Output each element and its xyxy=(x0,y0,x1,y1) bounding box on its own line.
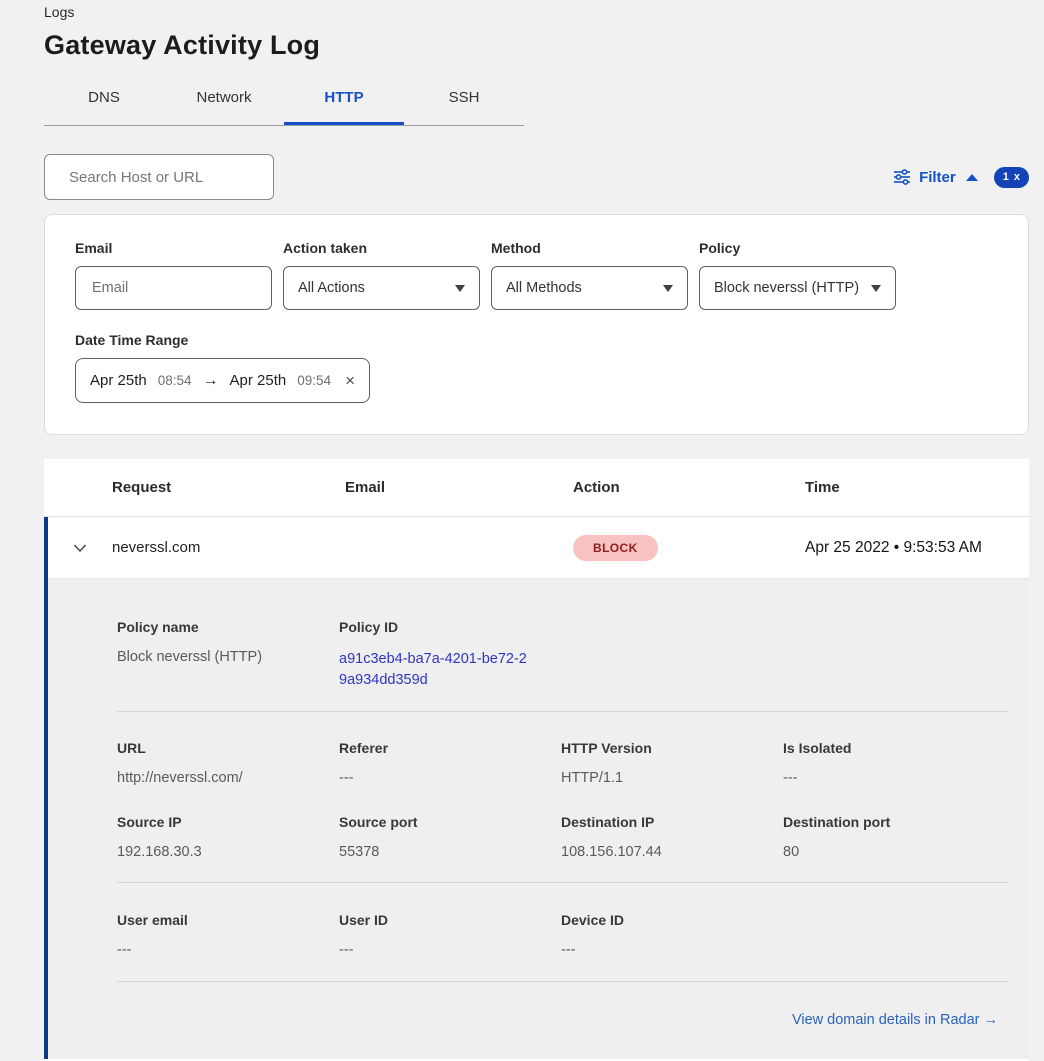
log-type-tabs: DNS Network HTTP SSH xyxy=(44,79,524,126)
policy-name-value: Block neverssl (HTTP) xyxy=(117,649,339,665)
policy-section: Policy name Block neverssl (HTTP) Policy… xyxy=(117,619,1008,691)
device-id-label: Device ID xyxy=(561,912,783,928)
method-select[interactable]: All Methods xyxy=(491,266,688,310)
start-date[interactable]: Apr 25th xyxy=(90,372,147,389)
policy-value: Block neverssl (HTTP) xyxy=(714,280,859,296)
policy-id-label: Policy ID xyxy=(339,619,561,635)
date-range-picker[interactable]: Apr 25th 08:54 → Apr 25th 09:54 × xyxy=(75,358,370,403)
filter-count: 1 xyxy=(1003,171,1009,183)
url-label: URL xyxy=(117,740,339,756)
email-label: Email xyxy=(75,240,272,256)
range-arrow-icon: → xyxy=(203,372,219,390)
block-status-badge: BLOCK xyxy=(573,535,658,561)
user-id-value: --- xyxy=(339,942,561,958)
chevron-down-icon xyxy=(455,285,465,292)
network-section: Source IP 192.168.30.3 Source port 55378… xyxy=(117,814,1008,860)
table-row[interactable]: neverssl.com BLOCK Apr 25 2022 • 9:53:53… xyxy=(48,517,1029,579)
destination-ip-value: 108.156.107.44 xyxy=(561,844,783,860)
policy-id-link[interactable]: a91c3eb4-ba7a-4201-be72-29a934dd359d xyxy=(339,649,534,691)
policy-select[interactable]: Block neverssl (HTTP) xyxy=(699,266,896,310)
gateway-activity-page: Logs Gateway Activity Log DNS Network HT… xyxy=(0,0,1044,1061)
column-header-email: Email xyxy=(345,479,573,496)
filter-field-method: Method All Methods xyxy=(491,240,688,310)
tab-http[interactable]: HTTP xyxy=(284,79,404,125)
user-id-label: User ID xyxy=(339,912,561,928)
column-header-request: Request xyxy=(112,479,345,496)
action-taken-select[interactable]: All Actions xyxy=(283,266,480,310)
start-time[interactable]: 08:54 xyxy=(158,373,192,388)
referer-value: --- xyxy=(339,770,561,786)
source-port-label: Source port xyxy=(339,814,561,830)
device-id-value: --- xyxy=(561,942,783,958)
destination-ip-label: Destination IP xyxy=(561,814,783,830)
filter-field-policy: Policy Block neverssl (HTTP) xyxy=(699,240,896,310)
request-cell: neverssl.com xyxy=(112,539,345,556)
user-section: User email --- User ID --- Device ID --- xyxy=(117,912,1008,958)
tab-dns[interactable]: DNS xyxy=(44,79,164,125)
http-version-label: HTTP Version xyxy=(561,740,783,756)
end-time[interactable]: 09:54 xyxy=(297,373,331,388)
expanded-row-container: neverssl.com BLOCK Apr 25 2022 • 9:53:53… xyxy=(44,517,1029,1059)
time-cell: Apr 25 2022 • 9:53:53 AM xyxy=(805,539,1029,557)
email-input[interactable] xyxy=(90,279,257,297)
policy-label: Policy xyxy=(699,240,896,256)
filter-clear-x-icon[interactable]: x xyxy=(1014,171,1020,183)
section-divider xyxy=(117,882,1008,883)
radar-arrow-icon: → xyxy=(984,1012,999,1028)
search-input[interactable] xyxy=(67,168,270,187)
tab-network[interactable]: Network xyxy=(164,79,284,125)
row-chevron-down-icon[interactable] xyxy=(73,542,87,554)
filter-field-action-taken: Action taken All Actions xyxy=(283,240,480,310)
is-isolated-value: --- xyxy=(783,770,1008,786)
row-detail-panel: Policy name Block neverssl (HTTP) Policy… xyxy=(48,579,1029,1059)
destination-port-value: 80 xyxy=(783,844,1008,860)
filter-sliders-icon xyxy=(893,168,911,186)
source-ip-label: Source IP xyxy=(117,814,339,830)
user-email-value: --- xyxy=(117,942,339,958)
breadcrumb[interactable]: Logs xyxy=(44,4,1029,20)
method-label: Method xyxy=(491,240,688,256)
chevron-down-icon xyxy=(663,285,673,292)
tab-ssh[interactable]: SSH xyxy=(404,79,524,125)
radar-link-row: View domain details in Radar → xyxy=(117,1011,1008,1029)
method-value: All Methods xyxy=(506,280,582,296)
source-ip-value: 192.168.30.3 xyxy=(117,844,339,860)
activity-log-table: Request Email Action Time neverssl.com B… xyxy=(44,459,1029,1061)
referer-label: Referer xyxy=(339,740,561,756)
page-title: Gateway Activity Log xyxy=(44,30,1029,61)
destination-port-label: Destination port xyxy=(783,814,1008,830)
toolbar: Filter 1 x xyxy=(44,154,1029,200)
filter-field-email: Email xyxy=(75,240,272,310)
section-divider xyxy=(117,711,1008,712)
radar-link-text: View domain details in Radar xyxy=(792,1012,980,1028)
http-section: URL http://neverssl.com/ Referer --- HTT… xyxy=(117,740,1008,786)
chevron-down-icon xyxy=(871,285,881,292)
filter-panel: Email Action taken All Actions Method Al… xyxy=(44,214,1029,435)
search-box[interactable] xyxy=(44,154,274,200)
filter-count-badge[interactable]: 1 x xyxy=(994,167,1029,188)
filter-label: Filter xyxy=(919,169,956,186)
section-divider xyxy=(117,981,1008,982)
policy-name-label: Policy name xyxy=(117,619,339,635)
view-in-radar-link[interactable]: View domain details in Radar → xyxy=(792,1012,998,1028)
url-value: http://neverssl.com/ xyxy=(117,770,339,786)
column-header-action: Action xyxy=(573,479,805,496)
date-time-range-label: Date Time Range xyxy=(75,332,998,348)
clear-range-icon[interactable]: × xyxy=(345,371,355,391)
filter-toggle[interactable]: Filter 1 x xyxy=(893,167,1029,188)
end-date[interactable]: Apr 25th xyxy=(230,372,287,389)
source-port-value: 55378 xyxy=(339,844,561,860)
collapse-caret-icon xyxy=(966,174,978,181)
is-isolated-label: Is Isolated xyxy=(783,740,1008,756)
table-header: Request Email Action Time xyxy=(44,459,1029,517)
action-cell: BLOCK xyxy=(573,535,805,561)
column-header-time: Time xyxy=(805,479,1029,496)
user-email-label: User email xyxy=(117,912,339,928)
http-version-value: HTTP/1.1 xyxy=(561,770,783,786)
action-taken-label: Action taken xyxy=(283,240,480,256)
action-taken-value: All Actions xyxy=(298,280,365,296)
